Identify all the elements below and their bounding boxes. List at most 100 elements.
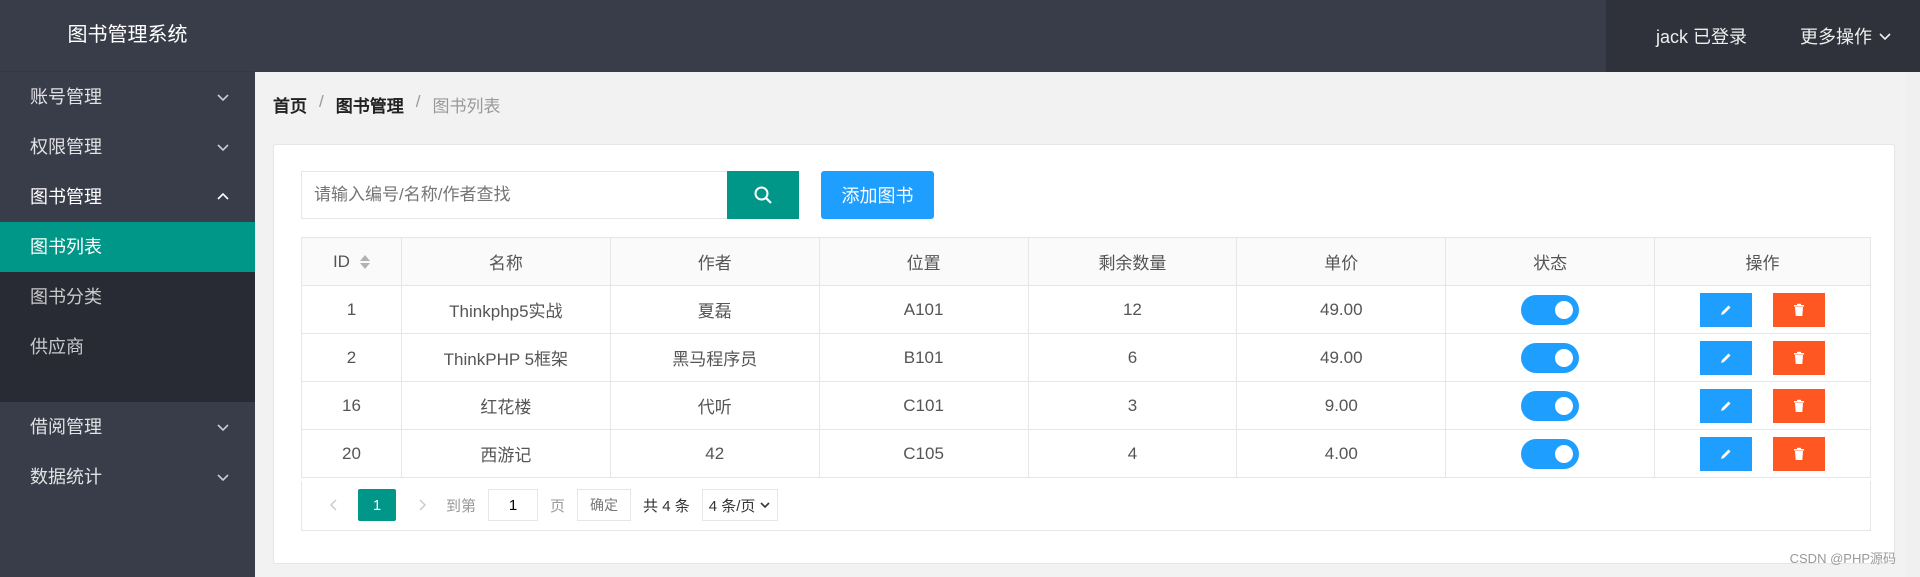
trash-icon (1793, 399, 1804, 412)
breadcrumb-home[interactable]: 首页 (273, 92, 307, 117)
cell-id: 1 (301, 285, 402, 334)
search-button[interactable] (727, 171, 799, 219)
pencil-icon (1721, 353, 1731, 363)
status-toggle[interactable] (1521, 342, 1580, 373)
sidebar-item-books[interactable]: 图书管理 (0, 172, 255, 222)
top-header: jack 已登录 更多操作 (255, 0, 1920, 72)
sidebar-item-book-list[interactable]: 图书列表 (0, 222, 255, 272)
delete-button[interactable] (1772, 388, 1825, 423)
edit-button[interactable] (1700, 340, 1753, 375)
cell-name: Thinkphp5实战 (400, 285, 611, 334)
breadcrumb-books[interactable]: 图书管理 (336, 92, 404, 117)
chevron-left-icon (329, 499, 337, 511)
sidebar-item-permission[interactable]: 权限管理 (0, 122, 255, 172)
search-input[interactable] (301, 171, 729, 219)
cell-author: 夏磊 (609, 285, 820, 334)
trash-icon (1793, 351, 1804, 364)
chevron-down-icon (760, 502, 770, 509)
sidebar-item-supplier[interactable]: 供应商 (0, 322, 255, 372)
sidebar-subnav-books: 图书列表 图书分类 供应商 (0, 222, 255, 402)
search-icon (754, 186, 772, 204)
column-header-actions: 操作 (1654, 237, 1871, 286)
cell-name: ThinkPHP 5框架 (400, 333, 611, 382)
column-header-name: 名称 (400, 237, 611, 286)
scrollbar[interactable] (1905, 72, 1920, 577)
column-header-author: 作者 (609, 237, 820, 286)
table-row: 16 红花楼 代听 C101 3 9.00 (301, 381, 1871, 430)
cell-quantity: 12 (1027, 285, 1238, 334)
sidebar-item-borrow[interactable]: 借阅管理 (0, 402, 255, 452)
cell-actions (1654, 381, 1871, 430)
chevron-down-icon (213, 122, 233, 172)
pencil-icon (1721, 305, 1731, 315)
status-toggle[interactable] (1521, 390, 1580, 421)
delete-button[interactable] (1772, 436, 1825, 471)
cell-status (1445, 333, 1656, 382)
sidebar: 图书管理系统 账号管理 权限管理 图书管理 图书列表 图书分类 供应商 借阅管理… (0, 0, 255, 577)
sidebar-item-account[interactable]: 账号管理 (0, 72, 255, 122)
goto-page-input[interactable] (488, 489, 539, 521)
cell-id: 16 (301, 381, 402, 430)
sidebar-item-label: 借阅管理 (30, 417, 102, 437)
main-content: 首页 / 图书管理 / 图书列表 添加图书 ID 名称 作者 位置 剩余数量 (255, 72, 1920, 577)
cell-status (1445, 429, 1656, 478)
column-header-id[interactable]: ID (301, 237, 402, 286)
breadcrumb: 首页 / 图书管理 / 图书列表 (273, 92, 500, 117)
sidebar-item-stats[interactable]: 数据统计 (0, 452, 255, 502)
breadcrumb-separator: / (415, 92, 421, 111)
cell-price: 49.00 (1236, 285, 1447, 334)
cell-location: C101 (818, 381, 1029, 430)
add-book-button[interactable]: 添加图书 (821, 171, 934, 219)
page-size-select[interactable]: 4 条/页 (701, 489, 779, 521)
chevron-down-icon (1879, 33, 1891, 41)
cell-price: 9.00 (1236, 381, 1447, 430)
header-right: jack 已登录 更多操作 (1606, 0, 1920, 72)
pagination-bar: 1 到第 页 确定 共 4 条 4 条/页 (301, 481, 1871, 531)
table-row: 1 Thinkphp5实战 夏磊 A101 12 49.00 (301, 285, 1871, 334)
total-count: 共 4 条 (643, 497, 690, 515)
status-toggle[interactable] (1521, 438, 1580, 469)
cell-name: 西游记 (400, 429, 611, 478)
cell-id: 2 (301, 333, 402, 382)
sidebar-item-label: 数据统计 (30, 467, 102, 487)
cell-status (1445, 285, 1656, 334)
cell-quantity: 3 (1027, 381, 1238, 430)
books-table: ID 名称 作者 位置 剩余数量 单价 状态 操作 1 Thinkphp5实战 … (301, 237, 1871, 478)
column-header-location: 位置 (818, 237, 1029, 286)
delete-button[interactable] (1772, 292, 1825, 327)
current-page[interactable]: 1 (358, 489, 396, 521)
sidebar-item-label: 图书管理 (30, 187, 102, 207)
cell-price: 4.00 (1236, 429, 1447, 478)
goto-confirm-button[interactable]: 确定 (577, 489, 632, 521)
column-header-quantity: 剩余数量 (1027, 237, 1238, 286)
chevron-down-icon (213, 452, 233, 502)
edit-button[interactable] (1700, 292, 1753, 327)
cell-author: 代听 (609, 381, 820, 430)
breadcrumb-current: 图书列表 (432, 97, 501, 116)
sidebar-item-label: 权限管理 (30, 137, 102, 157)
cell-quantity: 6 (1027, 333, 1238, 382)
breadcrumb-separator: / (319, 92, 324, 111)
edit-button[interactable] (1700, 388, 1753, 423)
cell-actions (1654, 333, 1871, 382)
delete-button[interactable] (1772, 340, 1825, 375)
sidebar-item-book-category[interactable]: 图书分类 (0, 272, 255, 322)
cell-status (1445, 381, 1656, 430)
prev-page-button[interactable] (322, 489, 346, 521)
watermark: CSDN @PHP源码 (1789, 551, 1896, 566)
table-row: 2 ThinkPHP 5框架 黑马程序员 B101 6 49.00 (301, 333, 1871, 382)
next-page-button[interactable] (410, 489, 434, 521)
pagination: 1 到第 页 确定 共 4 条 4 条/页 (322, 489, 779, 521)
more-actions-menu[interactable]: 更多操作 (1780, 23, 1892, 49)
cell-price: 49.00 (1236, 333, 1447, 382)
status-toggle[interactable] (1521, 294, 1580, 325)
sort-icon[interactable] (359, 255, 370, 270)
user-status: jack 已登录 (1656, 27, 1748, 47)
page-size-value: 4 条/页 (708, 497, 756, 515)
chevron-down-icon (213, 72, 233, 122)
sidebar-item-label: 账号管理 (30, 87, 102, 107)
app-title: 图书管理系统 (0, 0, 255, 72)
cell-actions (1654, 429, 1871, 478)
cell-author: 黑马程序员 (609, 333, 820, 382)
edit-button[interactable] (1700, 436, 1753, 471)
